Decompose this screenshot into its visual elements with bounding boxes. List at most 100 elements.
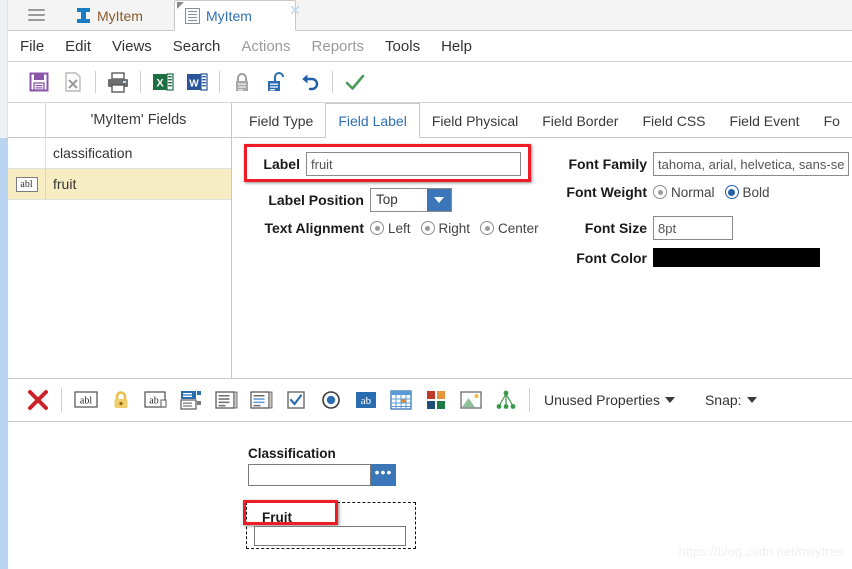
- font-weight-normal-radio[interactable]: [653, 185, 667, 199]
- font-size-input[interactable]: [653, 216, 733, 240]
- grid-table-icon[interactable]: [383, 384, 418, 416]
- menu-bar: File Edit Views Search Actions Reports T…: [8, 31, 852, 62]
- hamburger-menu-icon[interactable]: [28, 9, 45, 22]
- save-icon[interactable]: [22, 67, 56, 97]
- abl-textfield-icon[interactable]: abl: [68, 384, 103, 416]
- menu-item-file[interactable]: File: [20, 38, 44, 55]
- chevron-down-icon: [746, 397, 757, 403]
- tab-field-type[interactable]: Field Type: [237, 103, 325, 138]
- properties-panel: Field Type Field Label Field Physical Fi…: [233, 103, 852, 378]
- unused-properties-dropdown[interactable]: Unused Properties: [544, 392, 675, 408]
- align-center-radio[interactable]: [480, 221, 495, 235]
- toolbar-separator: [95, 71, 96, 93]
- align-center-label: Center: [498, 220, 539, 236]
- window-tab-myitem-1[interactable]: MyItem: [66, 0, 153, 31]
- abl-lookup-icon[interactable]: ab: [138, 384, 173, 416]
- checkbox-icon[interactable]: [278, 384, 313, 416]
- tab-field-physical[interactable]: Field Physical: [420, 103, 530, 138]
- menu-item-search[interactable]: Search: [173, 38, 221, 55]
- tab-field-css[interactable]: Field CSS: [630, 103, 717, 138]
- menu-item-reports: Reports: [311, 37, 365, 55]
- export-excel-icon[interactable]: X: [146, 67, 180, 97]
- align-left-label: Left: [388, 220, 411, 236]
- font-weight-bold-radio[interactable]: [724, 185, 739, 199]
- tab-field-label[interactable]: Field Label: [325, 103, 420, 138]
- unused-properties-label: Unused Properties: [544, 392, 660, 408]
- fields-panel: 'MyItem' Fields classification abl fruit: [8, 103, 232, 378]
- font-color-row: Font Color: [551, 248, 820, 267]
- font-color-swatch[interactable]: [653, 248, 820, 267]
- ab-label-icon[interactable]: ab: [348, 384, 383, 416]
- menu-item-help[interactable]: Help: [441, 38, 472, 55]
- undo-icon[interactable]: [293, 67, 327, 97]
- label-position-dropdown[interactable]: Top: [370, 188, 452, 212]
- window-tab-strip: MyItem MyItem ✕: [8, 0, 852, 31]
- field-label-form: Label Label Position Top Text Alignment …: [233, 138, 852, 378]
- toolbar-separator: [219, 71, 220, 93]
- svg-text:ab: ab: [360, 395, 371, 407]
- label-position-value: Top: [376, 192, 398, 207]
- abl-textfield-icon: abl: [15, 176, 38, 192]
- menu-item-views[interactable]: Views: [112, 38, 152, 55]
- menu-item-actions: Actions: [241, 37, 291, 55]
- tab-field-border[interactable]: Field Border: [530, 103, 630, 138]
- table-row[interactable]: classification: [8, 138, 231, 169]
- text-alignment-caption: Text Alignment: [264, 220, 364, 236]
- delete-x-icon[interactable]: [20, 384, 55, 416]
- field-row-name: fruit: [53, 176, 77, 192]
- checkmark-icon[interactable]: [338, 67, 372, 97]
- image-icon[interactable]: [453, 384, 488, 416]
- align-left-radio[interactable]: [370, 221, 384, 235]
- menu-item-edit[interactable]: Edit: [65, 38, 91, 55]
- table-row[interactable]: abl fruit: [8, 169, 231, 200]
- multiline-field-icon[interactable]: [243, 384, 278, 416]
- label-field-row: Label: [252, 152, 521, 176]
- document-icon: [185, 7, 200, 24]
- widget-toolbar: abl ab ab Unused Properties Snap:: [8, 378, 852, 422]
- text-alignment-row: Text Alignment Left Right Center: [252, 220, 549, 236]
- fields-header-label: 'MyItem' Fields: [90, 112, 187, 128]
- main-toolbar: X W: [8, 62, 852, 103]
- label-input[interactable]: [306, 152, 521, 176]
- label-position-row: Label Position Top: [252, 188, 452, 212]
- unlock-icon[interactable]: [259, 67, 293, 97]
- canvas-classification-input[interactable]: [248, 464, 371, 486]
- tab-field-event[interactable]: Field Event: [718, 103, 812, 138]
- fields-header-icon-col: [8, 103, 46, 137]
- chevron-down-icon: [664, 397, 675, 403]
- widget-separator: [61, 388, 62, 412]
- toolbar-separator: [140, 71, 141, 93]
- widget-separator: [529, 388, 530, 412]
- radio-button-icon[interactable]: [313, 384, 348, 416]
- lock-yellow-icon[interactable]: [103, 384, 138, 416]
- chevron-down-icon[interactable]: [427, 189, 451, 211]
- lock-icon[interactable]: [225, 67, 259, 97]
- snap-dropdown[interactable]: Snap:: [705, 392, 757, 408]
- menu-item-tools[interactable]: Tools: [385, 38, 420, 55]
- close-icon[interactable]: ✕: [289, 3, 301, 17]
- design-canvas[interactable]: Classification ••• Fruit https://blog.cs…: [8, 422, 852, 569]
- tree-node-icon[interactable]: [488, 384, 523, 416]
- export-word-icon[interactable]: W: [180, 67, 214, 97]
- ellipsis-icon[interactable]: •••: [371, 464, 396, 486]
- svg-text:abl: abl: [79, 396, 91, 407]
- combo-field-icon[interactable]: [173, 384, 208, 416]
- window-tab-myitem-2[interactable]: MyItem ✕: [174, 0, 301, 31]
- field-row-icon-cell: [8, 138, 46, 168]
- align-right-radio[interactable]: [420, 221, 435, 235]
- font-weight-row: Font Weight Normal Bold: [551, 184, 780, 200]
- tab-field-format[interactable]: Fo: [812, 103, 852, 138]
- property-tab-bar: Field Type Field Label Field Physical Fi…: [233, 103, 852, 138]
- canvas-fruit-input[interactable]: [254, 526, 406, 546]
- delete-document-icon[interactable]: [56, 67, 90, 97]
- list-field-icon[interactable]: [208, 384, 243, 416]
- svg-text:W: W: [189, 79, 199, 90]
- myitem-blue-icon: [76, 8, 91, 23]
- tab-corner-marker: [177, 2, 184, 9]
- print-icon[interactable]: [101, 67, 135, 97]
- snap-label: Snap:: [704, 392, 742, 408]
- field-row-name: classification: [53, 145, 133, 161]
- watermark: https://blog.csdn.net/hwytree: [678, 544, 844, 559]
- font-family-input[interactable]: [653, 152, 849, 176]
- color-blocks-icon[interactable]: [418, 384, 453, 416]
